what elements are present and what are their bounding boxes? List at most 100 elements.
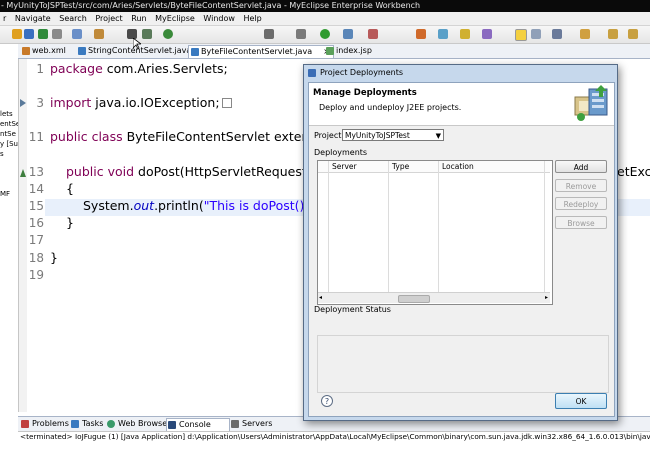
- tab-tasks[interactable]: Tasks: [70, 418, 103, 430]
- browse-button[interactable]: Browse: [555, 216, 607, 229]
- menu-search[interactable]: Search: [56, 12, 89, 25]
- tab-label: Problems: [32, 419, 69, 428]
- redeploy-button[interactable]: Redeploy: [555, 197, 607, 210]
- tab-web-xml[interactable]: web.xml: [20, 45, 66, 57]
- menu-help[interactable]: Help: [240, 12, 264, 25]
- last-edit-icon[interactable]: [580, 29, 590, 39]
- menu-navigate[interactable]: Navigate: [12, 12, 54, 25]
- tab-index-jsp[interactable]: index.jsp: [324, 45, 372, 57]
- mouse-cursor-icon: [132, 37, 143, 50]
- tab-byte-file-content-servlet[interactable]: ByteFileContentServlet.java ×: [188, 45, 334, 58]
- line-number: 18: [28, 251, 44, 265]
- print-icon[interactable]: [38, 29, 48, 39]
- new-icon[interactable]: [12, 29, 22, 39]
- column-header-type[interactable]: Type: [392, 161, 409, 172]
- package-explorer-panel: lets entSe ntSe y [Su s MF: [0, 44, 19, 412]
- open-type-icon[interactable]: [72, 29, 82, 39]
- code-text: doPost(HttpServletRequest r: [134, 164, 316, 179]
- column-separator: [388, 161, 389, 292]
- debug-icon[interactable]: [343, 29, 353, 39]
- code-text: {: [66, 181, 74, 196]
- string-literal: "This is doPost()": [203, 198, 311, 213]
- dialog-banner: Manage Deployments Deploy and undeploy J…: [309, 83, 614, 126]
- scrollbar-thumb[interactable]: [398, 295, 430, 303]
- save-icon[interactable]: [24, 29, 34, 39]
- project-label: Project: [314, 131, 342, 140]
- annotation-icon[interactable]: [531, 29, 541, 39]
- tab-label: Tasks: [82, 419, 104, 428]
- tab-label: Servers: [242, 419, 273, 428]
- column-separator: [328, 161, 329, 292]
- build-icon[interactable]: [296, 29, 306, 39]
- line-number: 14: [28, 182, 44, 196]
- column-separator: [438, 161, 439, 292]
- ok-button[interactable]: OK: [555, 393, 607, 409]
- editor-tab-bar: web.xml StringContentServlet.java ByteFi…: [18, 44, 650, 59]
- properties-icon[interactable]: [52, 29, 62, 39]
- menu-run[interactable]: Run: [128, 12, 149, 25]
- tab-label: web.xml: [32, 46, 66, 55]
- override-marker-icon: [19, 168, 27, 178]
- line-number-gutter: 1 3 11 13 14 15 16 17 18 19: [27, 59, 44, 412]
- tree-item[interactable]: ntSe: [0, 130, 16, 139]
- column-header-server[interactable]: Server: [332, 161, 357, 172]
- deployment-status-area: [317, 335, 609, 393]
- menu-file-partial[interactable]: r: [0, 12, 9, 25]
- server-icon[interactable]: [142, 29, 152, 39]
- console-output[interactable]: [18, 444, 650, 461]
- line-number: 17: [28, 233, 44, 247]
- forward-icon[interactable]: [628, 29, 638, 39]
- add-button[interactable]: Add: [555, 160, 607, 173]
- tab-console[interactable]: Console: [166, 418, 230, 431]
- menu-window[interactable]: Window: [200, 12, 238, 25]
- tree-item[interactable]: y [Su: [0, 140, 18, 149]
- tab-servers[interactable]: Servers: [230, 418, 272, 430]
- tab-problems[interactable]: Problems: [20, 418, 69, 430]
- code-line-method-tail: etExcep: [617, 164, 650, 179]
- java-file-icon: [191, 48, 199, 56]
- mark-occurrences-icon[interactable]: [515, 29, 527, 41]
- remove-button[interactable]: Remove: [555, 179, 607, 192]
- tab-web-browser[interactable]: Web Browser: [106, 418, 170, 430]
- window-title-bar: - MyUnityToJSPTest/src/com/Aries/Servlet…: [0, 0, 650, 12]
- new-java-project-icon[interactable]: [416, 29, 426, 39]
- tree-item[interactable]: lets: [0, 110, 13, 119]
- main-toolbar: [0, 26, 650, 44]
- scroll-right-icon[interactable]: ▸: [545, 294, 548, 301]
- menu-project[interactable]: Project: [92, 12, 125, 25]
- column-header-location[interactable]: Location: [442, 161, 474, 172]
- run-server-icon[interactable]: [163, 29, 173, 39]
- search-icon[interactable]: [94, 29, 104, 39]
- dialog-title-bar[interactable]: Project Deployments: [304, 65, 617, 81]
- tree-item[interactable]: s: [0, 150, 4, 159]
- code-line-package: package com.Aries.Servlets;: [50, 61, 228, 76]
- next-annotation-icon[interactable]: [552, 29, 562, 39]
- code-line-class-close: }: [50, 250, 58, 265]
- fold-expand-icon[interactable]: [19, 98, 27, 108]
- horizontal-scrollbar[interactable]: ◂ ▸: [318, 292, 550, 303]
- open-task-icon[interactable]: [482, 29, 492, 39]
- tab-label: index.jsp: [336, 46, 372, 55]
- perspective-icon[interactable]: [264, 29, 274, 39]
- tree-item[interactable]: MF: [0, 190, 10, 199]
- deployment-status-label: Deployment Status: [314, 305, 391, 314]
- editor-ruler: [19, 59, 27, 412]
- run-icon[interactable]: [320, 29, 330, 39]
- back-icon[interactable]: [608, 29, 618, 39]
- project-select[interactable]: MyUnityToJSPTest ▼: [342, 129, 444, 141]
- code-line-class: public class ByteFileContentServlet exte…: [50, 129, 324, 144]
- folded-code-icon[interactable]: [221, 98, 232, 108]
- help-icon[interactable]: ?: [321, 395, 333, 407]
- menu-myeclipse[interactable]: MyEclipse: [152, 12, 198, 25]
- deployments-table[interactable]: Server Type Location ◂ ▸: [317, 160, 553, 305]
- tree-item[interactable]: entSe: [0, 120, 18, 129]
- code-text: java.io.IOException;: [91, 95, 220, 110]
- java-file-icon: [78, 47, 86, 55]
- new-package-icon[interactable]: [438, 29, 448, 39]
- code-text: ByteFileContentServlet extends: [122, 129, 324, 144]
- problems-icon: [21, 420, 29, 428]
- external-tools-icon[interactable]: [368, 29, 378, 39]
- new-class-icon[interactable]: [460, 29, 470, 39]
- code-text: }: [66, 215, 74, 230]
- scroll-left-icon[interactable]: ◂: [319, 294, 322, 301]
